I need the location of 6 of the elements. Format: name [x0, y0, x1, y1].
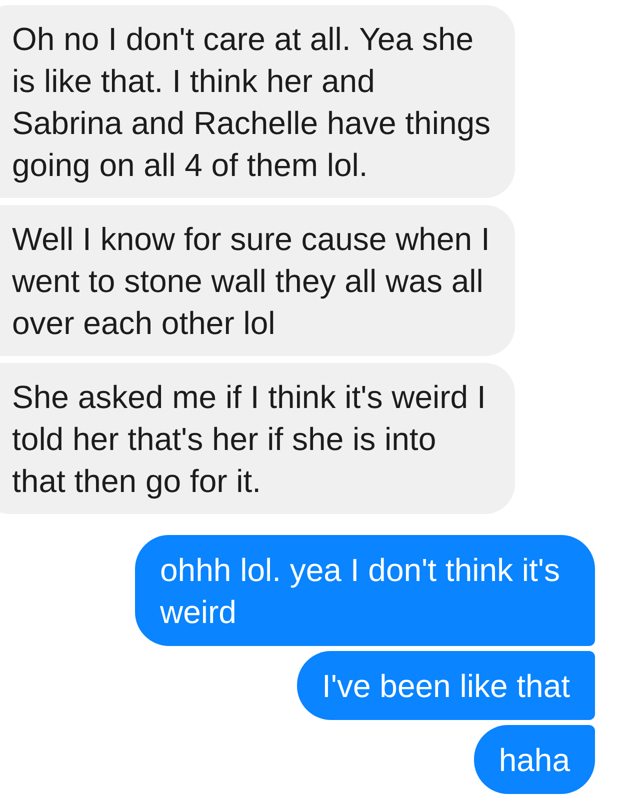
message-bubble: Oh no I don't care at all. Yea she is like that. I think her and Sabrina and Rachelle have things going on all 4 of them lol. — [0, 5, 515, 198]
message-bubble: I've been like that — [296, 651, 595, 720]
message-bubble: haha — [474, 725, 595, 794]
message-bubble: ohhh lol. yea I don't think it's weird — [135, 535, 595, 646]
message-bubble: Well I know for sure cause when I went to stone wall they all was all over each other lol — [0, 205, 515, 356]
message-bubble: She asked me if I think it's weird I told her that's her if she is into that then go for it. — [0, 363, 515, 514]
